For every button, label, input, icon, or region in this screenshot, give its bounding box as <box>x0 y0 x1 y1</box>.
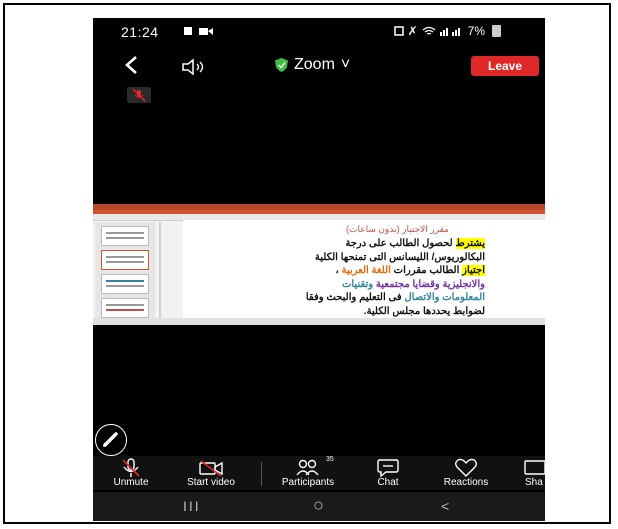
meeting-title-button[interactable]: Zoom ˅ <box>275 56 350 74</box>
slide-line: اجتياز الطالب مقررات اللغة العربية ، <box>335 265 485 276</box>
unmute-label: Unmute <box>113 477 149 488</box>
mute-status-icon: ✗ <box>407 24 418 38</box>
android-nav-bar: III ○ < <box>93 492 545 521</box>
alarm-icon <box>393 26 404 36</box>
slide-title: مقرر الاجتياز (بدون ساعات) <box>346 224 449 234</box>
unmute-button[interactable]: Unmute <box>99 456 163 490</box>
participants-label: Participants <box>281 477 335 488</box>
slide-thumbnail <box>101 226 149 246</box>
speaker-icon <box>182 58 204 76</box>
status-bar: 21:24 ✗ 7% <box>93 18 545 46</box>
battery-icon <box>492 25 501 37</box>
slide-line: والانجليزية وقضايا مجتمعية وتقنيات <box>341 278 485 290</box>
start-video-button[interactable]: Start video <box>173 456 249 490</box>
status-right-icons: ✗ 7% <box>393 24 501 38</box>
phone-screen: 21:24 ✗ 7% Zoom ˅ Leave مقرر الاجتياز (ب… <box>93 18 545 521</box>
heart-icon <box>455 458 477 477</box>
shared-screen: مقرر الاجتياز (بدون ساعات) يشترط لحصول ا… <box>93 204 545 325</box>
slide-line: يشترط لحصول الطالب على درجة <box>345 238 485 249</box>
chat-label: Chat <box>377 477 399 488</box>
share-screen-icon <box>524 460 545 475</box>
share-label: Sha <box>525 477 543 488</box>
reactions-label: Reactions <box>443 477 489 488</box>
signal-icon <box>439 28 460 36</box>
meeting-title: Zoom <box>294 56 335 73</box>
meeting-toolbar: Unmute Start video 35 Participants Chat … <box>93 456 545 490</box>
participants-count: 35 <box>326 456 334 463</box>
slide-body: يشترط لحصول الطالب على درجة البكالوريوس/… <box>225 237 485 318</box>
wifi-icon <box>422 26 436 35</box>
chat-button[interactable]: Chat <box>363 456 413 490</box>
slide-thumbnail <box>101 250 149 270</box>
panel-splitter <box>159 222 161 325</box>
video-recording-icon <box>199 28 213 35</box>
chat-icon <box>377 459 399 478</box>
slide-line: المعلومات والاتصال فى التعليم والبحث وفق… <box>305 292 485 303</box>
screenshot-frame: 21:24 ✗ 7% Zoom ˅ Leave مقرر الاجتياز (ب… <box>3 3 611 524</box>
recents-button[interactable]: III <box>183 498 201 514</box>
chevron-down-icon: ˅ <box>340 56 351 73</box>
meeting-top-bar: Zoom ˅ Leave <box>93 54 545 84</box>
slide-thumbnails-panel <box>95 222 155 325</box>
slide-thumbnail <box>101 298 149 318</box>
speaker-button[interactable] <box>181 58 211 76</box>
participants-icon <box>296 459 319 476</box>
current-slide: مقرر الاجتياز (بدون ساعات) يشترط لحصول ا… <box>183 220 545 318</box>
shield-icon <box>275 58 288 72</box>
participants-button[interactable]: 35 Participants <box>265 456 351 490</box>
video-off-icon <box>199 460 223 477</box>
chevron-left-icon <box>125 56 137 74</box>
battery-text: 7% <box>467 24 485 38</box>
reactions-button[interactable]: Reactions <box>429 456 503 490</box>
mic-off-icon <box>132 88 146 102</box>
status-time: 21:24 <box>121 24 159 40</box>
mic-off-icon <box>122 458 140 477</box>
self-video-tile[interactable] <box>127 87 151 103</box>
pen-icon <box>103 432 118 447</box>
status-left-icons <box>183 26 213 36</box>
notification-icon <box>184 27 192 35</box>
start-video-label: Start video <box>187 477 235 488</box>
home-button[interactable]: ○ <box>313 495 324 516</box>
slide-thumbnail <box>101 274 149 294</box>
share-button[interactable]: Sha <box>521 456 545 490</box>
nav-back-button[interactable]: < <box>441 498 449 514</box>
slide-line: البكالوريوس/ الليسانس التى تمنحها الكلية <box>314 251 485 263</box>
back-button[interactable] <box>123 54 139 80</box>
slide-line: لضوابط يحددها مجلس الكلية. <box>363 305 485 317</box>
leave-button[interactable]: Leave <box>471 56 539 76</box>
powerpoint-status-bar <box>93 318 545 325</box>
toolbar-divider <box>261 462 262 486</box>
annotate-button[interactable] <box>95 424 127 456</box>
